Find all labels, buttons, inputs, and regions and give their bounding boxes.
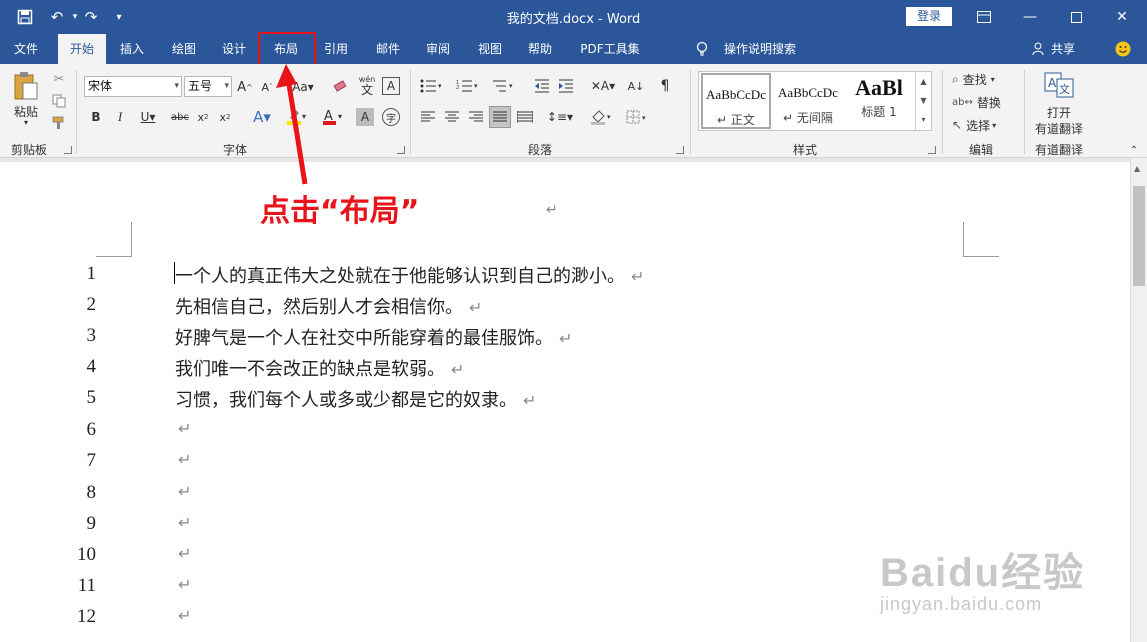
paragraph-mark[interactable]: ↵ bbox=[178, 575, 191, 594]
baidu-watermark: Baidu经验 bbox=[880, 551, 1086, 595]
line-number: 3 bbox=[86, 325, 97, 346]
paragraph-line[interactable]: 习惯，我们每个人或多或少都是它的奴隶。 ↵ bbox=[175, 386, 536, 412]
line-number: 9 bbox=[86, 513, 97, 534]
paragraph-mark[interactable]: ↵ bbox=[178, 513, 191, 532]
baidu-watermark-url: jingyan.baidu.com bbox=[880, 594, 1043, 614]
paragraph-text: 一个人的真正伟大之处就在于他能够认识到自己的渺小。 bbox=[175, 266, 625, 287]
paragraph-line[interactable]: 好脾气是一个人在社交中所能穿着的最佳服饰。 ↵ bbox=[175, 324, 572, 350]
paragraph-line[interactable]: 一个人的真正伟大之处就在于他能够认识到自己的渺小。 ↵ bbox=[175, 262, 644, 288]
paragraph-mark[interactable]: ↵ bbox=[178, 544, 191, 563]
line-number: 10 bbox=[77, 544, 96, 565]
line-number: 2 bbox=[86, 294, 97, 315]
paragraph-text: 我们唯一不会改正的缺点是软弱。 bbox=[175, 359, 445, 380]
paragraph-text: 习惯，我们每个人或多或少都是它的奴隶。 bbox=[175, 390, 517, 411]
line-number: 5 bbox=[86, 387, 97, 408]
paragraph-mark: ↵ bbox=[469, 298, 483, 317]
line-number: 7 bbox=[86, 450, 97, 471]
paragraph-mark[interactable]: ↵ bbox=[178, 419, 191, 438]
paragraph-mark: ↵ bbox=[559, 329, 573, 348]
line-number: 12 bbox=[77, 606, 96, 627]
line-number: 1 bbox=[86, 263, 97, 284]
line-number: 8 bbox=[86, 482, 97, 503]
paragraph-mark: ↵ bbox=[523, 391, 537, 410]
paragraph-mark: ↵ bbox=[631, 267, 645, 286]
line-number: 4 bbox=[86, 356, 97, 377]
paragraph-line[interactable]: 先相信自己，然后别人才会相信你。 ↵ bbox=[175, 293, 482, 319]
line-number: 6 bbox=[86, 419, 97, 440]
paragraph-mark[interactable]: ↵ bbox=[178, 482, 191, 501]
paragraph-mark: ↵ bbox=[451, 360, 465, 379]
paragraph-text: 好脾气是一个人在社交中所能穿着的最佳服饰。 bbox=[175, 328, 553, 349]
paragraph-mark[interactable]: ↵ bbox=[178, 450, 191, 469]
line-number: 11 bbox=[77, 575, 96, 596]
paragraph-line[interactable]: 我们唯一不会改正的缺点是软弱。 ↵ bbox=[175, 355, 464, 381]
paragraph-text: 先相信自己，然后别人才会相信你。 bbox=[175, 297, 463, 318]
paragraph-mark[interactable]: ↵ bbox=[178, 606, 191, 625]
